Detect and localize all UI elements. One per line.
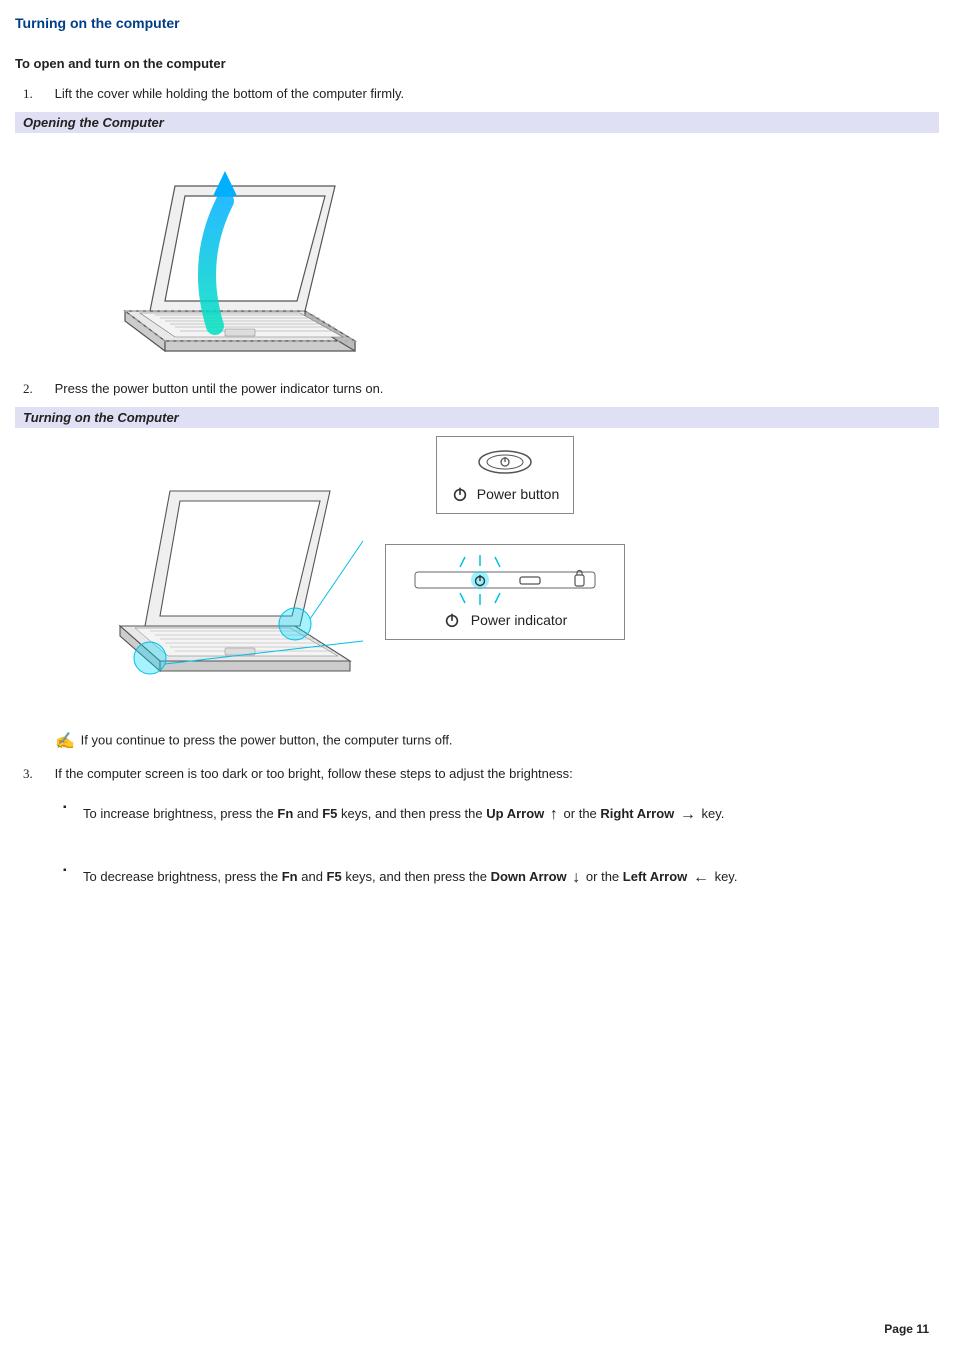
power-icon [451,485,469,503]
figure-2: Power button [15,428,939,706]
step-text: Press the power button until the power i… [55,381,384,396]
right-arrow-icon: → [678,797,698,832]
step-2: 2. Press the power button until the powe… [15,381,939,397]
power-indicator-callout: Power indicator [385,544,625,640]
brightness-sublist: To increase brightness, press the Fn and… [55,797,939,895]
power-button-callout: Power button [436,436,575,514]
figure-1 [15,133,939,381]
step-list: 1. Lift the cover while holding the bott… [15,86,939,102]
indicator-strip-illustration [410,555,600,605]
step-1: 1. Lift the cover while holding the bott… [15,86,939,102]
note-text: If you continue to press the power butto… [81,732,453,747]
left-arrow-icon: ← [691,860,711,895]
intro-heading: To open and turn on the computer [15,56,939,71]
step-text: Lift the cover while holding the bottom … [55,86,404,101]
step-3: 3. If the computer screen is too dark or… [15,766,939,895]
figure-caption-2: Turning on the Computer [15,407,939,428]
down-arrow-icon: ↓ [570,860,582,895]
step-number: 2. [15,381,51,397]
page-number: Page 11 [884,1322,929,1336]
power-indicator-label: Power indicator [471,612,568,628]
note-icon: ✍ [55,731,77,751]
power-icon [443,611,461,629]
page-title: Turning on the computer [15,15,939,31]
step-number: 3. [15,766,51,782]
up-arrow-icon: ↑ [548,797,560,832]
note: ✍ If you continue to press the power but… [55,731,939,751]
figure-caption-1: Opening the Computer [15,112,939,133]
step-text: If the computer screen is too dark or to… [55,766,573,781]
opening-computer-illustration [105,141,375,361]
power-button-label: Power button [477,486,560,502]
power-button-shape [475,447,535,477]
increase-brightness-item: To increase brightness, press the Fn and… [55,797,939,832]
turning-on-illustration [105,436,365,686]
decrease-brightness-item: To decrease brightness, press the Fn and… [55,860,939,895]
step-number: 1. [15,86,51,102]
